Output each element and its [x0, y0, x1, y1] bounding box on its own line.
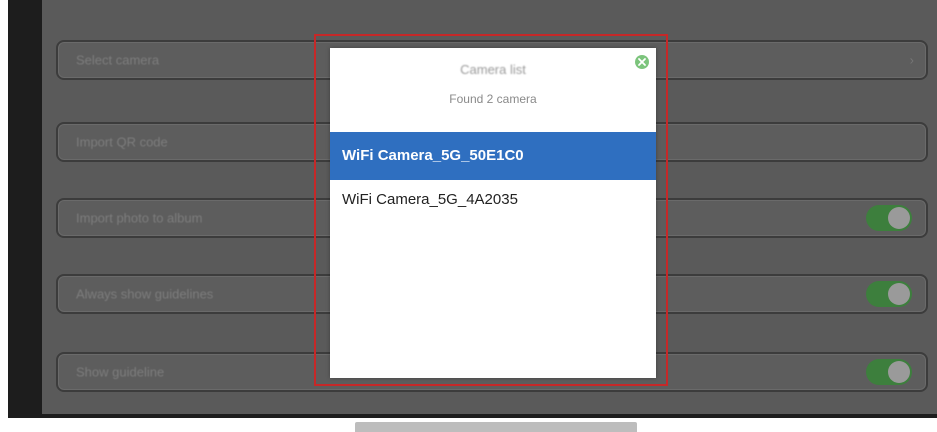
camera-list: WiFi Camera_5G_50E1C0 WiFi Camera_5G_4A2… [330, 132, 656, 220]
camera-list-dialog: Camera list Found 2 camera WiFi Camera_5… [330, 48, 656, 378]
toggle-knob [888, 361, 910, 383]
chevron-right-icon: › [909, 52, 914, 68]
show-guideline-toggle[interactable] [866, 359, 912, 385]
setting-label: Select camera [76, 52, 160, 68]
dialog-title: Camera list [460, 62, 526, 77]
guidelines-toggle[interactable] [866, 281, 912, 307]
close-icon[interactable] [634, 54, 650, 70]
dialog-header: Camera list Found 2 camera [330, 48, 656, 132]
setting-label: Import photo to album [76, 210, 203, 226]
dialog-subtitle: Found 2 camera [449, 92, 537, 106]
screen: Select camera › Import QR code Import ph… [0, 0, 937, 432]
camera-list-item-selected[interactable]: WiFi Camera_5G_50E1C0 [330, 132, 656, 180]
bottom-nav-strip [355, 422, 637, 432]
toggle-knob [888, 207, 910, 229]
toggle-knob [888, 283, 910, 305]
setting-label: Show guideline [76, 364, 165, 380]
import-photo-toggle[interactable] [866, 205, 912, 231]
setting-label: Always show guidelines [76, 286, 214, 302]
camera-list-item[interactable]: WiFi Camera_5G_4A2035 [330, 180, 656, 220]
setting-label: Import QR code [76, 134, 168, 150]
